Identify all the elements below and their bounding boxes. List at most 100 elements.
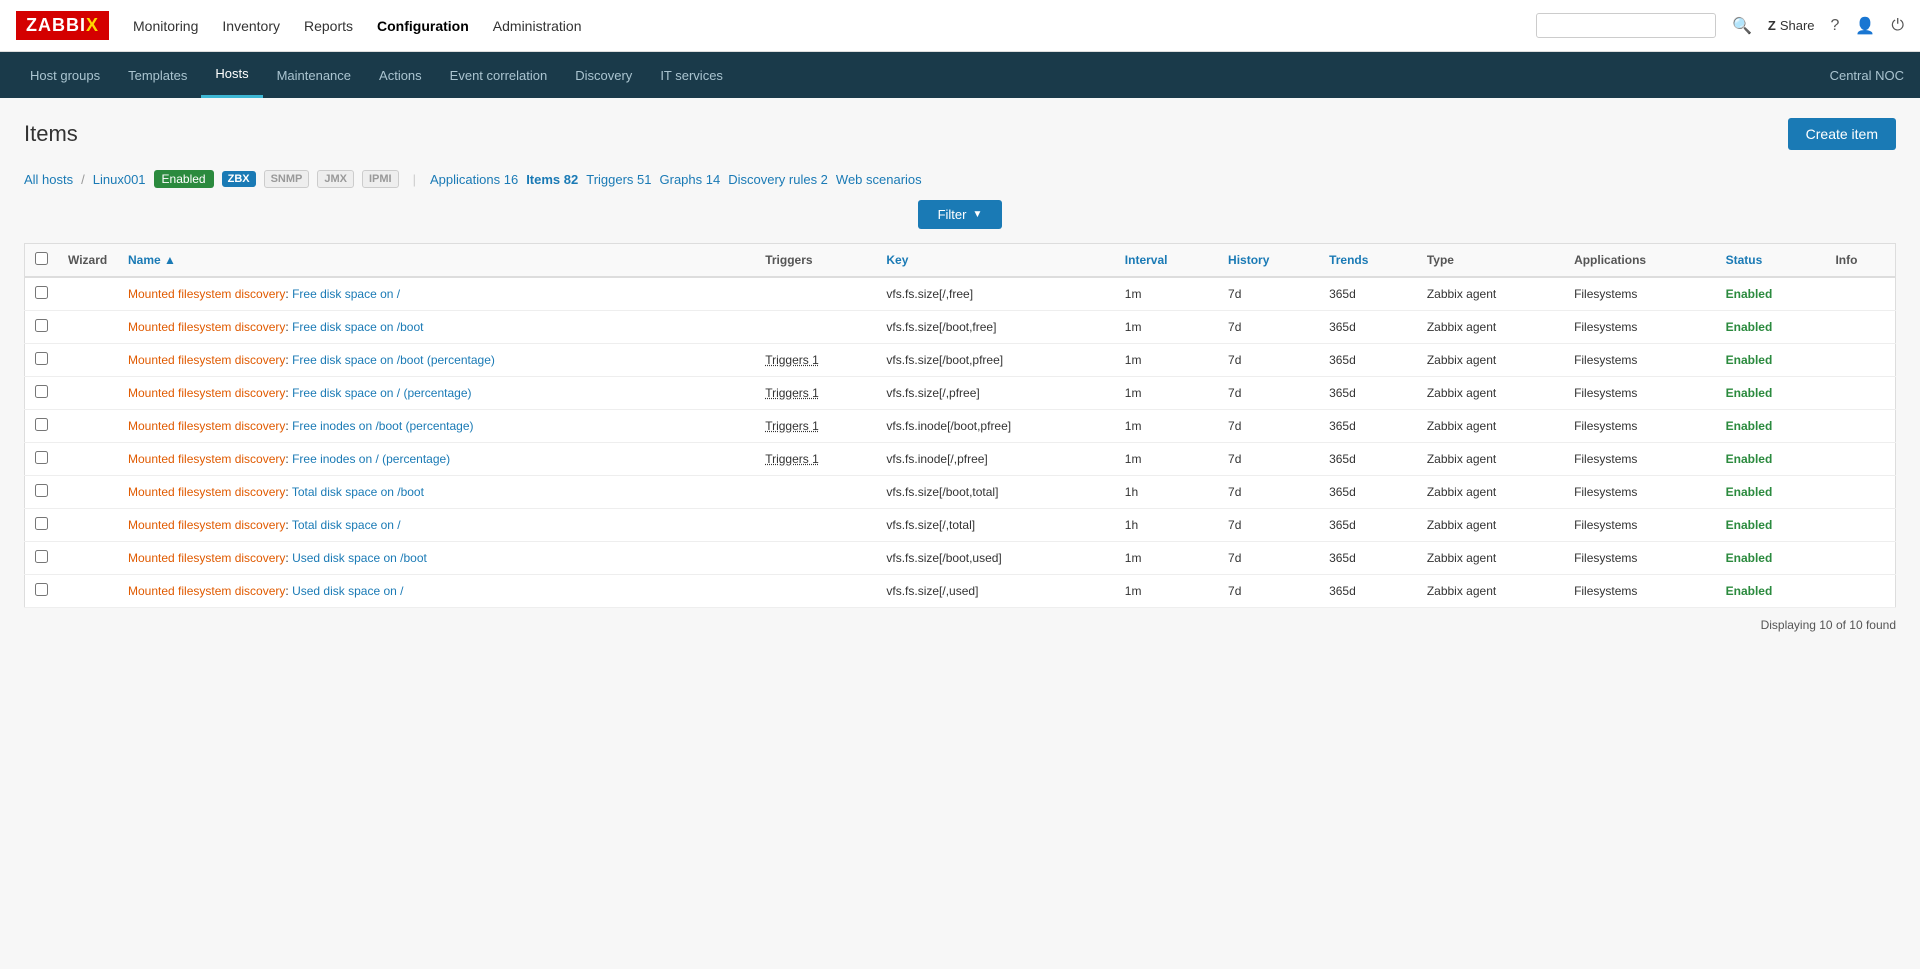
discovery-link[interactable]: Mounted filesystem discovery [128,485,285,499]
nav-administration[interactable]: Administration [493,18,582,34]
item-name-link[interactable]: Total disk space on /boot [292,485,424,499]
power-icon[interactable]: ⏻ [1891,17,1904,35]
protocol-zbx[interactable]: ZBX [222,171,256,187]
trigger-link[interactable]: Triggers 1 [765,452,819,466]
tab-web-scenarios[interactable]: Web scenarios [836,172,922,187]
item-name-link[interactable]: Used disk space on /boot [292,551,427,565]
sort-arrow-icon: ▲ [164,253,176,267]
table-row: Mounted filesystem discovery: Free disk … [25,277,1896,311]
row-checkbox-8[interactable] [35,550,48,563]
cell-name: Mounted filesystem discovery: Used disk … [118,575,755,608]
host-link[interactable]: Linux001 [93,172,146,187]
tab-triggers[interactable]: Triggers 51 [586,172,651,187]
row-checkbox-6[interactable] [35,484,48,497]
row-checkbox-4[interactable] [35,418,48,431]
cell-name: Mounted filesystem discovery: Total disk… [118,509,755,542]
cell-triggers [755,277,876,311]
subnav-templates[interactable]: Templates [114,52,201,98]
col-triggers: Triggers [755,244,876,278]
row-checkbox-7[interactable] [35,517,48,530]
cell-type: Zabbix agent [1417,410,1564,443]
search-input[interactable] [1536,13,1716,38]
cell-applications: Filesystems [1564,377,1716,410]
help-icon[interactable]: ? [1831,17,1840,35]
subnav-it-services[interactable]: IT services [646,52,737,98]
share-button[interactable]: Z Share [1768,18,1815,33]
filter-button[interactable]: Filter ▼ [918,200,1003,229]
cell-info [1825,277,1895,311]
cell-type: Zabbix agent [1417,575,1564,608]
subnav-discovery[interactable]: Discovery [561,52,646,98]
subnav-host-groups[interactable]: Host groups [16,52,114,98]
cell-info [1825,311,1895,344]
cell-status: Enabled [1716,542,1826,575]
protocol-snmp[interactable]: SNMP [264,170,310,188]
item-name-link[interactable]: Used disk space on / [292,584,403,598]
row-checkbox-0[interactable] [35,286,48,299]
subnav-event-correlation[interactable]: Event correlation [436,52,562,98]
discovery-link[interactable]: Mounted filesystem discovery [128,419,285,433]
protocol-jmx[interactable]: JMX [317,170,354,188]
trigger-link[interactable]: Triggers 1 [765,386,819,400]
discovery-link[interactable]: Mounted filesystem discovery [128,287,285,301]
item-name-link[interactable]: Free disk space on / (percentage) [292,386,471,400]
row-checkbox-3[interactable] [35,385,48,398]
cell-interval: 1m [1115,277,1218,311]
tab-discovery-rules[interactable]: Discovery rules 2 [728,172,828,187]
create-item-button[interactable]: Create item [1788,118,1896,150]
cell-key: vfs.fs.size[/boot,free] [876,311,1114,344]
discovery-link[interactable]: Mounted filesystem discovery [128,353,285,367]
status-badge: Enabled [1726,386,1773,400]
cell-history: 7d [1218,311,1319,344]
row-checkbox-9[interactable] [35,583,48,596]
cell-name: Mounted filesystem discovery: Free disk … [118,311,755,344]
item-name-link[interactable]: Free disk space on /boot [292,320,423,334]
nav-reports[interactable]: Reports [304,18,353,34]
cell-info [1825,410,1895,443]
cell-wizard [58,311,118,344]
item-name-link[interactable]: Total disk space on / [292,518,401,532]
item-name-link[interactable]: Free inodes on /boot (percentage) [292,419,473,433]
discovery-link[interactable]: Mounted filesystem discovery [128,518,285,532]
search-icon[interactable]: 🔍 [1732,16,1752,36]
discovery-link[interactable]: Mounted filesystem discovery [128,386,285,400]
cell-name: Mounted filesystem discovery: Used disk … [118,542,755,575]
item-name-link[interactable]: Free disk space on /boot (percentage) [292,353,495,367]
tab-graphs[interactable]: Graphs 14 [660,172,721,187]
item-name-link[interactable]: Free inodes on / (percentage) [292,452,450,466]
tab-items[interactable]: Items 82 [526,172,578,187]
discovery-link[interactable]: Mounted filesystem discovery [128,452,285,466]
row-checkbox-5[interactable] [35,451,48,464]
filter-label: Filter [938,207,967,222]
tab-applications[interactable]: Applications 16 [430,172,518,187]
discovery-link[interactable]: Mounted filesystem discovery [128,551,285,565]
cell-applications: Filesystems [1564,575,1716,608]
logo[interactable]: ZABBIX [16,11,109,40]
subnav-maintenance[interactable]: Maintenance [263,52,365,98]
subnav-hosts[interactable]: Hosts [201,52,262,98]
all-hosts-link[interactable]: All hosts [24,172,73,187]
cell-applications: Filesystems [1564,277,1716,311]
trigger-link[interactable]: Triggers 1 [765,353,819,367]
select-all-checkbox[interactable] [35,252,48,265]
col-name[interactable]: Name ▲ [118,244,755,278]
cell-name: Mounted filesystem discovery: Free disk … [118,277,755,311]
trigger-link[interactable]: Triggers 1 [765,419,819,433]
row-checkbox-1[interactable] [35,319,48,332]
cell-applications: Filesystems [1564,410,1716,443]
cell-trends: 365d [1319,476,1417,509]
table-row: Mounted filesystem discovery: Used disk … [25,542,1896,575]
discovery-link[interactable]: Mounted filesystem discovery [128,320,285,334]
discovery-link[interactable]: Mounted filesystem discovery [128,584,285,598]
nav-configuration[interactable]: Configuration [377,18,469,34]
subnav-actions[interactable]: Actions [365,52,436,98]
nav-inventory[interactable]: Inventory [222,18,280,34]
row-checkbox-2[interactable] [35,352,48,365]
item-name-link[interactable]: Free disk space on / [292,287,400,301]
cell-wizard [58,575,118,608]
sort-name-link[interactable]: Name ▲ [128,253,176,267]
nav-monitoring[interactable]: Monitoring [133,18,198,34]
user-icon[interactable]: 👤 [1855,16,1875,36]
cell-name: Mounted filesystem discovery: Free inode… [118,443,755,476]
protocol-ipmi[interactable]: IPMI [362,170,399,188]
